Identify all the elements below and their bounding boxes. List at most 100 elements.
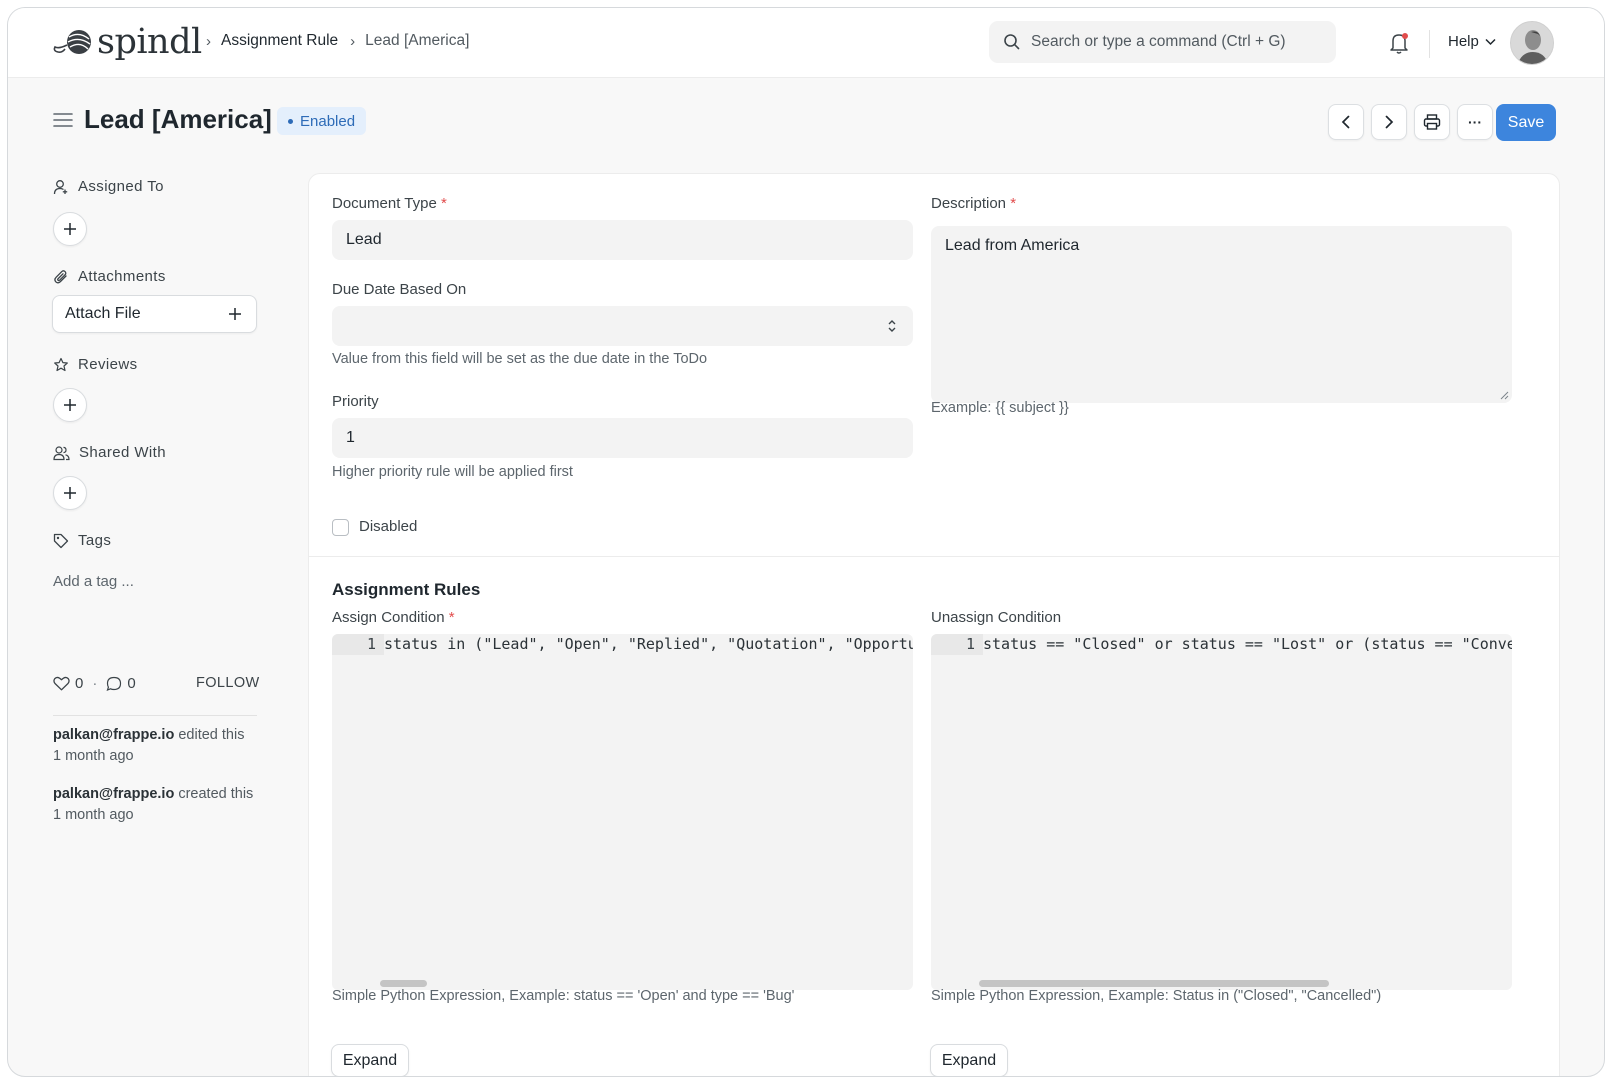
code-line: status in ("Lead", "Open", "Replied", "Q… bbox=[384, 635, 913, 653]
document-type-label: Document Type * bbox=[332, 195, 447, 212]
unassign-condition-editor[interactable]: 1 status == "Closed" or status == "Lost"… bbox=[931, 634, 1512, 990]
comment-icon[interactable] bbox=[106, 676, 122, 692]
print-button[interactable] bbox=[1414, 104, 1450, 140]
bell-icon[interactable] bbox=[1386, 30, 1412, 56]
reviews-section: Reviews bbox=[53, 356, 137, 373]
chevron-left-icon bbox=[1341, 115, 1350, 129]
sidebar-toggle-icon[interactable] bbox=[53, 112, 73, 128]
plus-icon bbox=[229, 308, 241, 320]
tags-label: Tags bbox=[78, 532, 112, 549]
activity-user[interactable]: palkan@frappe.io bbox=[53, 786, 174, 802]
assignment-rules-title: Assignment Rules bbox=[332, 580, 481, 599]
line-number: 1 bbox=[965, 635, 975, 653]
code-line: status == "Closed" or status == "Lost" o… bbox=[983, 635, 1512, 653]
disabled-label: Disabled bbox=[359, 518, 418, 535]
reviews-label: Reviews bbox=[78, 356, 138, 373]
comment-count: 0 bbox=[127, 675, 136, 692]
assign-condition-editor[interactable]: 1 status in ("Lead", "Open", "Replied", … bbox=[332, 634, 913, 990]
users-icon bbox=[53, 445, 70, 460]
plus-icon bbox=[64, 399, 76, 411]
user-add-icon bbox=[53, 179, 68, 194]
activity-time: 1 month ago bbox=[53, 748, 134, 764]
like-count: 0 bbox=[75, 675, 84, 692]
add-assignee-button[interactable] bbox=[53, 212, 87, 246]
heart-icon[interactable] bbox=[53, 676, 70, 691]
star-icon bbox=[54, 357, 68, 371]
more-actions-button[interactable]: ··· bbox=[1457, 104, 1493, 140]
sidebar-divider bbox=[53, 715, 257, 716]
due-date-select[interactable] bbox=[332, 306, 913, 346]
assign-condition-help: Simple Python Expression, Example: statu… bbox=[332, 988, 795, 1004]
help-dropdown[interactable]: Help bbox=[1448, 33, 1496, 50]
more-dots-icon: ··· bbox=[1468, 114, 1482, 130]
save-button[interactable]: Save bbox=[1496, 104, 1556, 141]
previous-document-button[interactable] bbox=[1328, 104, 1364, 140]
disabled-checkbox[interactable] bbox=[332, 519, 349, 536]
app-window: spindl › Assignment Rule › Lead [America… bbox=[7, 7, 1605, 1077]
attach-file-button[interactable]: Attach File bbox=[52, 295, 257, 333]
chevron-down-icon bbox=[1485, 38, 1496, 45]
unassign-condition-label: Unassign Condition bbox=[931, 609, 1062, 626]
select-arrows-icon bbox=[888, 320, 896, 332]
unassign-condition-help: Simple Python Expression, Example: Statu… bbox=[931, 988, 1382, 1004]
separator-dot: · bbox=[92, 675, 98, 692]
activity-action: created this bbox=[174, 786, 254, 802]
search-icon bbox=[1004, 34, 1020, 50]
section-divider bbox=[309, 556, 1559, 557]
breadcrumb: › Assignment Rule › Lead [America] bbox=[206, 32, 481, 50]
page-title: Lead [America] bbox=[84, 104, 272, 134]
chevron-right-icon: › bbox=[206, 32, 211, 50]
due-date-label: Due Date Based On bbox=[332, 281, 467, 298]
status-badge-label: Enabled bbox=[300, 112, 356, 130]
help-label: Help bbox=[1448, 33, 1479, 50]
breadcrumb-assignment-rule[interactable]: Assignment Rule bbox=[221, 32, 338, 50]
form-card: Document Type * Lead Due Date Based On V… bbox=[308, 173, 1560, 1076]
description-value: Lead from America bbox=[945, 237, 1080, 254]
due-date-help: Value from this field will be set as the… bbox=[332, 351, 708, 367]
user-avatar[interactable] bbox=[1510, 21, 1554, 65]
resize-handle-icon[interactable] bbox=[1499, 390, 1509, 400]
shared-with-section: Shared With bbox=[53, 444, 166, 461]
plus-icon bbox=[64, 223, 76, 235]
logo-text: spindl bbox=[97, 22, 202, 62]
chevron-right-icon bbox=[1385, 115, 1394, 129]
assigned-to-label: Assigned To bbox=[78, 178, 164, 195]
tags-section: Tags bbox=[53, 532, 111, 549]
navbar-divider bbox=[1429, 30, 1430, 58]
description-textarea[interactable]: Lead from America bbox=[931, 226, 1512, 403]
user-photo-icon bbox=[1511, 22, 1553, 64]
add-share-button[interactable] bbox=[53, 476, 87, 510]
activity-item: palkan@frappe.io created this 1 month ag… bbox=[53, 784, 263, 826]
add-tag-link[interactable]: Add a tag ... bbox=[53, 573, 134, 590]
status-dot-icon bbox=[288, 118, 293, 124]
follow-button[interactable]: FOLLOW bbox=[196, 675, 260, 691]
activity-time: 1 month ago bbox=[53, 807, 134, 823]
horizontal-scrollbar[interactable] bbox=[979, 980, 1329, 987]
yarn-logo-icon bbox=[53, 30, 91, 54]
priority-input[interactable]: 1 bbox=[332, 418, 913, 458]
likes-comments: 0 · 0 bbox=[53, 675, 136, 692]
assign-expand-button[interactable]: Expand bbox=[331, 1044, 409, 1076]
assigned-to-section: Assigned To bbox=[53, 178, 164, 195]
app-logo[interactable]: spindl bbox=[53, 22, 202, 62]
attach-file-label: Attach File bbox=[65, 305, 141, 322]
unassign-expand-button[interactable]: Expand bbox=[930, 1044, 1008, 1076]
printer-icon bbox=[1423, 114, 1441, 130]
activity-item: palkan@frappe.io edited this 1 month ago bbox=[53, 725, 263, 767]
document-type-input[interactable]: Lead bbox=[332, 220, 913, 260]
description-label: Description * bbox=[931, 195, 1017, 212]
horizontal-scrollbar[interactable] bbox=[380, 980, 427, 987]
top-navbar: spindl › Assignment Rule › Lead [America… bbox=[8, 8, 1604, 78]
activity-user[interactable]: palkan@frappe.io bbox=[53, 727, 174, 743]
shared-with-label: Shared With bbox=[79, 444, 166, 461]
chevron-right-icon: › bbox=[350, 32, 356, 50]
next-document-button[interactable] bbox=[1371, 104, 1407, 140]
attachments-label: Attachments bbox=[78, 268, 166, 285]
plus-icon bbox=[64, 487, 76, 499]
search-placeholder: Search or type a command (Ctrl + G) bbox=[1031, 33, 1286, 50]
add-review-button[interactable] bbox=[53, 388, 87, 422]
description-help: Example: {{ subject }} bbox=[931, 400, 1069, 416]
breadcrumb-current[interactable]: Lead [America] bbox=[365, 32, 469, 50]
activity-action: edited this bbox=[174, 727, 245, 743]
search-bar[interactable]: Search or type a command (Ctrl + G) bbox=[989, 21, 1336, 63]
